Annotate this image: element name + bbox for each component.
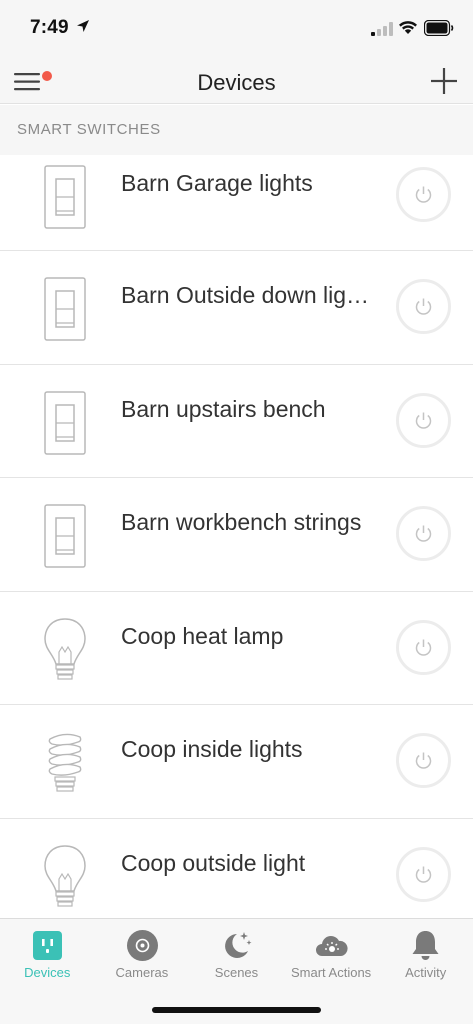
cellular-signal-icon xyxy=(371,22,393,36)
device-row[interactable]: Coop outside light xyxy=(0,818,473,932)
page-title: Devices xyxy=(197,70,276,95)
cloud-sun-icon xyxy=(315,936,348,956)
section-header: SMART SWITCHES xyxy=(0,105,473,155)
power-toggle-button[interactable] xyxy=(396,846,451,902)
device-row[interactable]: Coop heat lamp xyxy=(0,591,473,705)
wall-switch-icon xyxy=(44,277,86,341)
power-toggle-button[interactable] xyxy=(396,733,451,788)
power-toggle-button[interactable] xyxy=(396,392,451,448)
power-toggle-button[interactable] xyxy=(396,506,451,561)
tab-label: Scenes xyxy=(214,965,259,980)
tab-scenes[interactable]: Scenes xyxy=(189,919,284,991)
device-name: Barn workbench strings xyxy=(121,509,362,535)
tab-cameras[interactable]: Cameras xyxy=(95,919,190,991)
device-name: Coop heat lamp xyxy=(121,622,284,649)
device-name: Barn upstairs bench xyxy=(121,395,326,422)
power-icon xyxy=(415,639,432,656)
tab-activity[interactable]: Activity xyxy=(378,919,473,991)
power-icon xyxy=(415,866,432,883)
device-row[interactable]: Barn upstairs bench xyxy=(0,364,473,478)
camera-icon xyxy=(126,930,158,961)
location-arrow-icon xyxy=(77,20,89,32)
tab-smart-actions[interactable]: Smart Actions xyxy=(284,919,379,991)
tab-devices[interactable]: Devices xyxy=(0,919,95,991)
light-bulb-icon xyxy=(44,617,86,680)
device-name: Coop inside lights xyxy=(121,736,303,762)
device-name: Barn Garage lights xyxy=(121,170,313,196)
tab-label: Devices xyxy=(24,965,71,980)
power-icon xyxy=(415,525,432,542)
power-icon xyxy=(415,752,432,769)
light-bulb-icon xyxy=(44,844,86,907)
battery-icon xyxy=(424,20,454,36)
wifi-icon xyxy=(399,21,417,34)
home-indicator[interactable] xyxy=(152,1007,321,1013)
wall-switch-icon xyxy=(44,504,86,568)
cfl-bulb-icon xyxy=(48,733,82,792)
power-icon xyxy=(415,412,432,429)
outlet-icon xyxy=(33,931,62,960)
status-bar: 7:49 xyxy=(0,0,473,58)
device-list: Barn Garage lights Barn Outside down lig… xyxy=(0,125,473,932)
device-name: Barn Outside down lig… xyxy=(121,282,370,308)
wall-switch-icon xyxy=(44,390,86,455)
device-row[interactable]: Barn Outside down lig… xyxy=(0,251,473,365)
device-row[interactable]: Coop inside lights xyxy=(0,705,473,819)
moon-stars-icon xyxy=(225,932,252,958)
nav-bar: Devices xyxy=(0,58,473,104)
status-time: 7:49 xyxy=(30,17,69,38)
power-icon xyxy=(415,298,432,315)
tab-label: Smart Actions xyxy=(290,965,372,980)
device-name: Coop outside light xyxy=(121,849,306,876)
device-row[interactable]: Barn workbench strings xyxy=(0,478,473,592)
wall-switch-icon xyxy=(44,165,86,229)
tab-label: Cameras xyxy=(115,965,169,980)
plus-icon xyxy=(431,68,457,94)
bell-icon xyxy=(412,931,439,960)
power-toggle-button[interactable] xyxy=(396,619,451,675)
power-toggle-button[interactable] xyxy=(396,279,451,334)
add-device-button[interactable] xyxy=(430,67,458,95)
power-toggle-button[interactable] xyxy=(396,167,451,222)
section-label: SMART SWITCHES xyxy=(17,121,161,138)
tab-label: Activity xyxy=(405,965,447,980)
power-icon xyxy=(415,186,432,203)
